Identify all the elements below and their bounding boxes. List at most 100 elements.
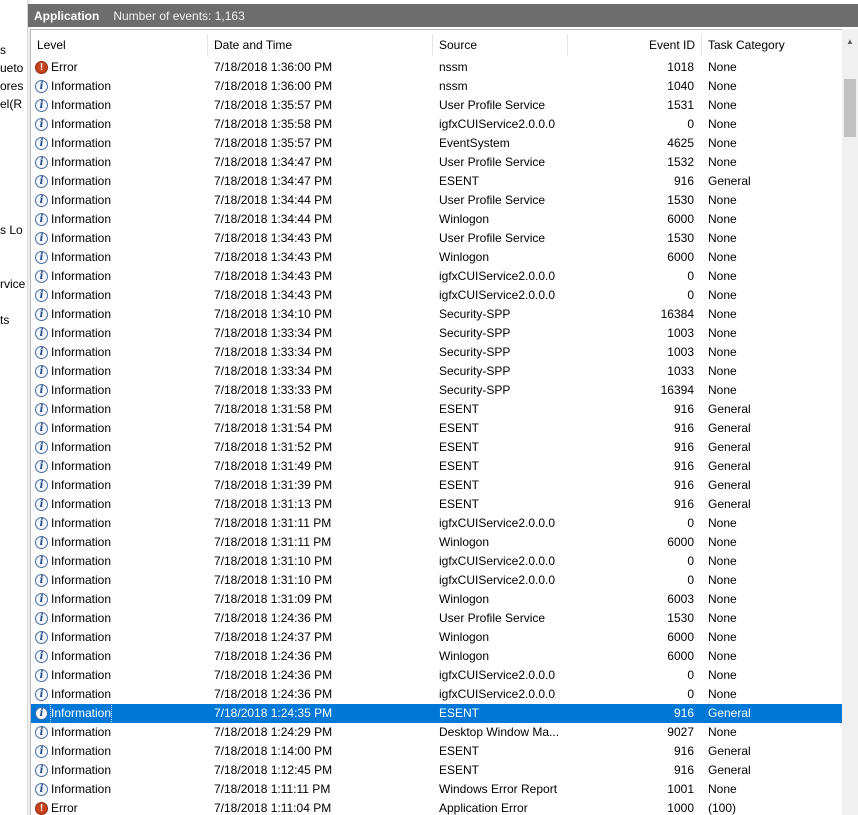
event-row[interactable]: i Information 7/18/2018 1:34:47 PM User Pro…: [31, 153, 844, 172]
task-category-cell: (100): [708, 801, 737, 815]
event-row[interactable]: i Information 7/18/2018 1:34:44 PM Winlogon…: [31, 210, 844, 229]
source-cell: User Profile Service: [439, 231, 546, 245]
event-row[interactable]: i Information 7/18/2018 1:31:58 PM ESENT 916…: [31, 400, 844, 419]
task-category-cell: None: [708, 630, 737, 644]
event-row[interactable]: i Information 7/18/2018 1:31:49 PM ESENT 916…: [31, 457, 844, 476]
tree-item[interactable]: ts: [0, 313, 27, 327]
event-row[interactable]: i Information 7/18/2018 1:34:43 PM igfxCUIS…: [31, 267, 844, 286]
level-cell: i Information: [31, 305, 208, 324]
level-text: Information: [51, 98, 112, 112]
event-row[interactable]: i Information 7/18/2018 1:33:34 PM Security…: [31, 324, 844, 343]
event-id-cell: 16394: [660, 383, 694, 397]
information-icon: i: [35, 308, 48, 321]
task-category-cell: None: [708, 307, 737, 321]
date-cell: 7/18/2018 1:24:36 PM: [214, 687, 333, 701]
information-icon: i: [35, 593, 48, 606]
event-row[interactable]: i Information 7/18/2018 1:14:00 PM ESENT 916…: [31, 742, 844, 761]
source-cell: ESENT: [439, 174, 480, 188]
source-cell: igfxCUIService2.0.0.0: [439, 668, 556, 682]
information-icon: i: [35, 688, 48, 701]
vertical-scrollbar[interactable]: ▲: [842, 29, 858, 815]
column-header-task-category[interactable]: Task Category: [702, 34, 844, 56]
level-text: Information: [51, 497, 112, 511]
event-row[interactable]: i Information 7/18/2018 1:35:58 PM igfxCUIS…: [31, 115, 844, 134]
source-cell: Desktop Window Ma...: [439, 725, 560, 739]
tree-item[interactable]: el(R: [0, 97, 27, 111]
event-id-cell: 1033: [667, 364, 694, 378]
event-row[interactable]: i Information 7/18/2018 1:34:47 PM ESENT 916…: [31, 172, 844, 191]
event-id-cell: 0: [687, 687, 694, 701]
event-row[interactable]: i Information 7/18/2018 1:31:11 PM Winlogon…: [31, 533, 844, 552]
scroll-up-arrow-icon[interactable]: ▲: [842, 33, 858, 50]
event-row[interactable]: i Information 7/18/2018 1:34:44 PM User Pro…: [31, 191, 844, 210]
event-id-cell: 916: [673, 478, 694, 492]
event-row[interactable]: i Information 7/18/2018 1:24:36 PM User Pro…: [31, 609, 844, 628]
column-header-date[interactable]: Date and Time: [208, 34, 433, 56]
event-row[interactable]: i Information 7/18/2018 1:12:45 PM ESENT 916…: [31, 761, 844, 780]
level-cell: i Information: [31, 267, 208, 286]
event-row[interactable]: i Information 7/18/2018 1:34:10 PM Security…: [31, 305, 844, 324]
date-cell: 7/18/2018 1:31:11 PM: [214, 516, 332, 530]
event-row[interactable]: i Information 7/18/2018 1:34:43 PM User Pro…: [31, 229, 844, 248]
date-cell: 7/18/2018 1:34:43 PM: [214, 250, 333, 264]
event-row[interactable]: i Information 7/18/2018 1:36:00 PM nssm 1040…: [31, 77, 844, 96]
event-row[interactable]: i Information 7/18/2018 1:31:13 PM ESENT 916…: [31, 495, 844, 514]
event-row[interactable]: i Information 7/18/2018 1:33:34 PM Security…: [31, 362, 844, 381]
event-id-cell: 6000: [667, 535, 694, 549]
task-category-cell: None: [708, 60, 737, 74]
level-text: Information: [51, 364, 112, 378]
events-table: Level Date and Time Source Event ID Task…: [30, 29, 858, 815]
tree-item[interactable]: ores: [0, 79, 27, 93]
event-row[interactable]: ! Error 7/18/2018 1:36:00 PM nssm 1018 None: [31, 58, 844, 77]
event-row[interactable]: ! Error 7/18/2018 1:11:04 PM Application Er…: [31, 799, 844, 815]
source-cell: ESENT: [439, 706, 480, 720]
information-icon: i: [35, 251, 48, 264]
level-text: Information: [51, 345, 112, 359]
source-cell: Winlogon: [439, 649, 490, 663]
date-cell: 7/18/2018 1:31:09 PM: [214, 592, 333, 606]
event-id-cell: 4625: [667, 136, 694, 150]
level-text: Information: [51, 782, 112, 796]
task-category-cell: None: [708, 535, 737, 549]
event-row[interactable]: i Information 7/18/2018 1:31:54 PM ESENT 916…: [31, 419, 844, 438]
event-row[interactable]: i Information 7/18/2018 1:31:10 PM igfxCUIS…: [31, 552, 844, 571]
information-icon: i: [35, 403, 48, 416]
event-row[interactable]: i Information 7/18/2018 1:31:10 PM igfxCUIS…: [31, 571, 844, 590]
event-id-cell: 0: [687, 516, 694, 530]
event-row[interactable]: i Information 7/18/2018 1:33:34 PM Security…: [31, 343, 844, 362]
event-row[interactable]: i Information 7/18/2018 1:31:09 PM Winlogon…: [31, 590, 844, 609]
event-row[interactable]: i Information 7/18/2018 1:24:36 PM igfxCUIS…: [31, 666, 844, 685]
event-row[interactable]: i Information 7/18/2018 1:24:37 PM Winlogon…: [31, 628, 844, 647]
tree-item[interactable]: s: [0, 43, 27, 57]
event-row[interactable]: i Information 7/18/2018 1:31:11 PM igfxCUIS…: [31, 514, 844, 533]
event-row[interactable]: i Information 7/18/2018 1:31:39 PM ESENT 916…: [31, 476, 844, 495]
level-text: Information: [51, 117, 112, 131]
event-id-cell: 0: [687, 269, 694, 283]
event-row[interactable]: i Information 7/18/2018 1:33:33 PM Security…: [31, 381, 844, 400]
event-row[interactable]: i Information 7/18/2018 1:24:36 PM Winlogon…: [31, 647, 844, 666]
column-header-event-id[interactable]: Event ID: [568, 34, 702, 56]
event-row[interactable]: i Information 7/18/2018 1:34:43 PM Winlogon…: [31, 248, 844, 267]
task-category-cell: None: [708, 687, 737, 701]
event-row[interactable]: i Information 7/18/2018 1:31:52 PM ESENT 916…: [31, 438, 844, 457]
event-row[interactable]: i Information 7/18/2018 1:35:57 PM User Pro…: [31, 96, 844, 115]
tree-item[interactable]: s Lo: [0, 223, 27, 237]
event-row[interactable]: i Information 7/18/2018 1:24:35 PM ESENT 916…: [31, 704, 844, 723]
event-row[interactable]: i Information 7/18/2018 1:11:11 PM Windows …: [31, 780, 844, 799]
event-row[interactable]: i Information 7/18/2018 1:35:57 PM EventSys…: [31, 134, 844, 153]
task-category-cell: None: [708, 668, 737, 682]
event-row[interactable]: i Information 7/18/2018 1:34:43 PM igfxCUIS…: [31, 286, 844, 305]
event-row[interactable]: i Information 7/18/2018 1:24:36 PM igfxCUIS…: [31, 685, 844, 704]
date-cell: 7/18/2018 1:31:39 PM: [214, 478, 333, 492]
information-icon: i: [35, 137, 48, 150]
column-header-source[interactable]: Source: [433, 34, 568, 56]
level-text: Information: [51, 649, 112, 663]
level-text: Information: [51, 383, 112, 397]
event-row[interactable]: i Information 7/18/2018 1:24:29 PM Desktop …: [31, 723, 844, 742]
column-header-level[interactable]: Level: [31, 34, 208, 56]
source-cell: User Profile Service: [439, 155, 546, 169]
tree-item[interactable]: ueto: [0, 61, 27, 75]
tree-item[interactable]: rvice: [0, 277, 27, 291]
date-cell: 7/18/2018 1:14:00 PM: [214, 744, 333, 758]
scrollbar-thumb[interactable]: [844, 79, 856, 137]
